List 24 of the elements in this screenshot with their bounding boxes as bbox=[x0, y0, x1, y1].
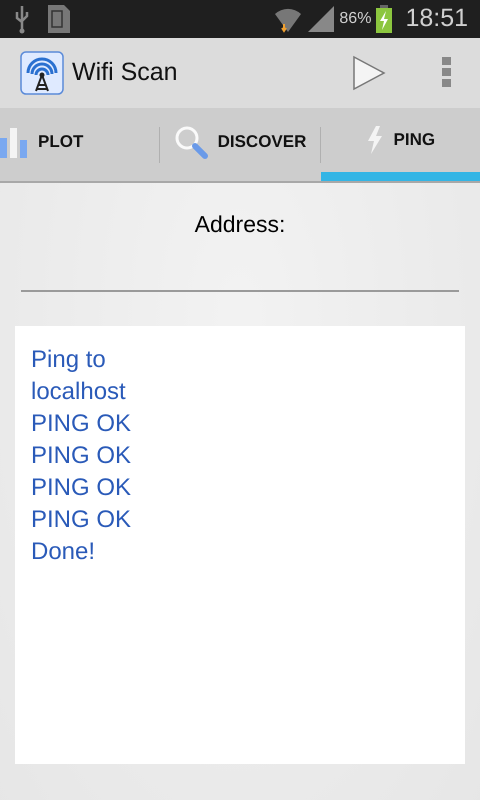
clock-time: 18:51 bbox=[405, 3, 468, 34]
output-line: PING OK bbox=[31, 472, 132, 502]
bar-chart-icon bbox=[0, 126, 28, 158]
tab[interactable]: PLOT bbox=[0, 108, 160, 181]
tab[interactable]: DISCOVER bbox=[160, 108, 320, 181]
output-line: Ping to bbox=[31, 344, 107, 374]
battery-percent: 86% bbox=[339, 9, 372, 29]
overflow-menu-icon[interactable] bbox=[442, 57, 452, 89]
output-line: PING OK bbox=[31, 440, 132, 470]
output-line: localhost bbox=[31, 376, 127, 406]
tab[interactable]: PING bbox=[320, 108, 480, 181]
app-logo-icon bbox=[20, 51, 64, 95]
sd-card-icon bbox=[46, 3, 72, 35]
address-label: Address: bbox=[194, 211, 286, 237]
play-icon[interactable] bbox=[352, 55, 386, 91]
search-icon bbox=[174, 124, 208, 158]
output-line: PING OK bbox=[31, 504, 132, 534]
app-title: Wifi Scan bbox=[72, 57, 178, 88]
output-line: PING OK bbox=[31, 408, 132, 438]
signal-icon bbox=[307, 5, 336, 33]
usb-icon bbox=[14, 4, 30, 34]
battery-charging-icon bbox=[375, 4, 394, 34]
output-line: Done! bbox=[31, 536, 96, 566]
lightning-icon bbox=[366, 126, 384, 154]
